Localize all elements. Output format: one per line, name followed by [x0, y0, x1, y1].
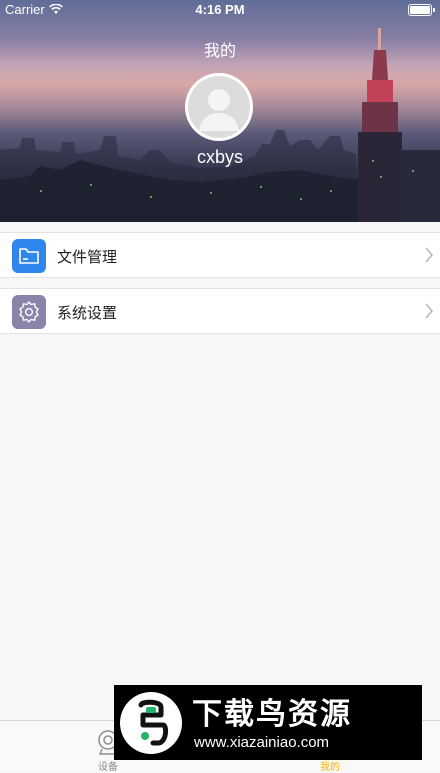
menu-item-label: 系统设置 [57, 304, 118, 322]
tab-label: 我的 [320, 762, 340, 773]
chevron-right-icon [425, 247, 433, 263]
username: cxbys [196, 147, 243, 167]
chevron-right-icon [425, 303, 433, 319]
menu-item-system-settings[interactable]: 系统设置 [0, 288, 440, 334]
status-time: 4:16 PM [195, 2, 245, 17]
watermark-url: www.xiazainiao.com [194, 734, 330, 751]
watermark-title: 下载鸟资源 [192, 697, 352, 732]
gear-icon [12, 295, 46, 329]
status-bar: Carrier 4:16 PM [0, 0, 440, 20]
avatar[interactable] [185, 73, 253, 141]
bird-logo-icon [120, 692, 182, 754]
user-avatar-icon [188, 76, 250, 138]
tab-label: 设备 [98, 762, 118, 773]
folder-icon [12, 239, 46, 273]
menu-item-label: 文件管理 [57, 248, 118, 266]
menu-item-file-management[interactable]: 文件管理 [0, 232, 440, 278]
profile-header: Carrier 4:16 PM 我的 cxbys [0, 0, 440, 222]
page-title: 我的 [203, 41, 236, 60]
battery-icon [408, 4, 435, 16]
watermark-banner: 下载鸟资源 www.xiazainiao.com [114, 685, 422, 760]
